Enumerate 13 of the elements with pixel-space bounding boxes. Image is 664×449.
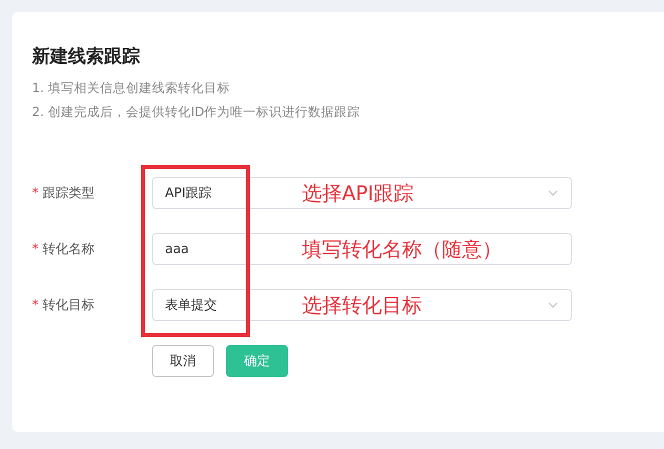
- cancel-button[interactable]: 取消: [152, 345, 214, 377]
- required-mark: *: [32, 186, 38, 200]
- required-mark: *: [32, 298, 38, 312]
- page-title: 新建线索跟踪: [32, 45, 141, 69]
- annotation-text: 填写转化名称（随意）: [302, 237, 502, 261]
- field-label: 转化目标: [42, 297, 94, 314]
- required-mark: *: [32, 242, 38, 256]
- annotation-text: 选择API跟踪: [302, 181, 414, 205]
- field-label: 跟踪类型: [42, 185, 94, 202]
- field-label: 转化名称: [42, 241, 94, 258]
- annotation-text: 选择转化目标: [302, 293, 422, 317]
- instruction-text: 1. 填写相关信息创建线索转化目标: [32, 79, 230, 97]
- instruction-text: 2. 创建完成后，会提供转化ID作为唯一标识进行数据跟踪: [32, 103, 360, 121]
